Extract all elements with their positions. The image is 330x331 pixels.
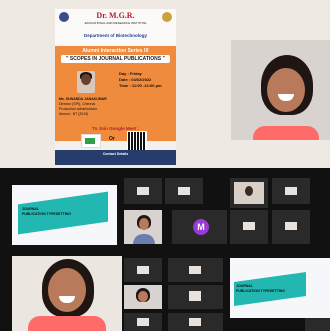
participant-tile bbox=[124, 178, 162, 204]
participant-tile bbox=[272, 178, 310, 204]
series-title: Alumni Interaction Series IX bbox=[82, 48, 149, 54]
participant-tile bbox=[168, 285, 223, 309]
participant-tile bbox=[165, 178, 203, 204]
contact-label: Contact Details bbox=[102, 152, 129, 156]
event-schedule: Day : Friday Date : 04/02/2022 Time : 11… bbox=[119, 71, 174, 89]
avatar: M bbox=[193, 219, 209, 235]
speaker-name: Ms. SUNANDA JANAKUMAR bbox=[59, 97, 107, 101]
speaker-photo bbox=[77, 71, 95, 93]
college-name: Dr. M.G.R. bbox=[96, 11, 135, 20]
participant-tile bbox=[230, 178, 268, 208]
participant-video-tile bbox=[124, 210, 162, 244]
topic-title: " SCOPES IN JOURNAL PUBLICATIONS " bbox=[61, 55, 170, 63]
participant-tile bbox=[305, 318, 330, 331]
college-logo-icon bbox=[59, 12, 69, 22]
slide-title-line2: PUBLICATION TYPESETTING bbox=[236, 289, 285, 293]
participant-video-tile bbox=[124, 285, 162, 309]
participant-tile bbox=[124, 258, 162, 282]
college-subtitle: EDUCATIONAL AND RESEARCH INSTITUTE bbox=[84, 21, 147, 25]
google-meet-icon bbox=[81, 134, 101, 148]
participant-tile bbox=[272, 210, 310, 244]
event-time: Time : 11:00 -12:00 pm bbox=[119, 83, 162, 88]
join-label: To Join Google Meet : bbox=[92, 126, 139, 131]
participant-tile bbox=[124, 313, 162, 331]
speaker-info: Ms. SUNANDA JANAKUMAR Director (SPI), Ch… bbox=[59, 97, 109, 117]
contact-bar: Contact Details bbox=[55, 150, 176, 165]
event-poster: Dr. M.G.R. EDUCATIONAL AND RESEARCH INST… bbox=[55, 9, 176, 165]
speaker-video-tile bbox=[231, 40, 330, 140]
participant-tile bbox=[230, 210, 268, 244]
host-video-tile bbox=[12, 256, 122, 331]
participant-tile bbox=[168, 313, 223, 331]
qr-code-icon bbox=[127, 131, 147, 151]
or-label: Or bbox=[109, 136, 115, 142]
shared-slide-tile-2: JOURNAL PUBLICATION TYPESETTING bbox=[230, 258, 330, 318]
slide-title-line2: PUBLICATION TYPESETTING bbox=[22, 212, 71, 216]
participant-tile: M bbox=[172, 210, 227, 244]
shared-slide-tile: JOURNAL PUBLICATION TYPESETTING bbox=[12, 185, 117, 245]
naac-logo-icon bbox=[162, 12, 172, 22]
department-name: Department of Biotechnology bbox=[83, 33, 147, 38]
participant-tile bbox=[168, 258, 223, 282]
speaker-batch: Alumni - BT (2015) bbox=[59, 112, 89, 116]
